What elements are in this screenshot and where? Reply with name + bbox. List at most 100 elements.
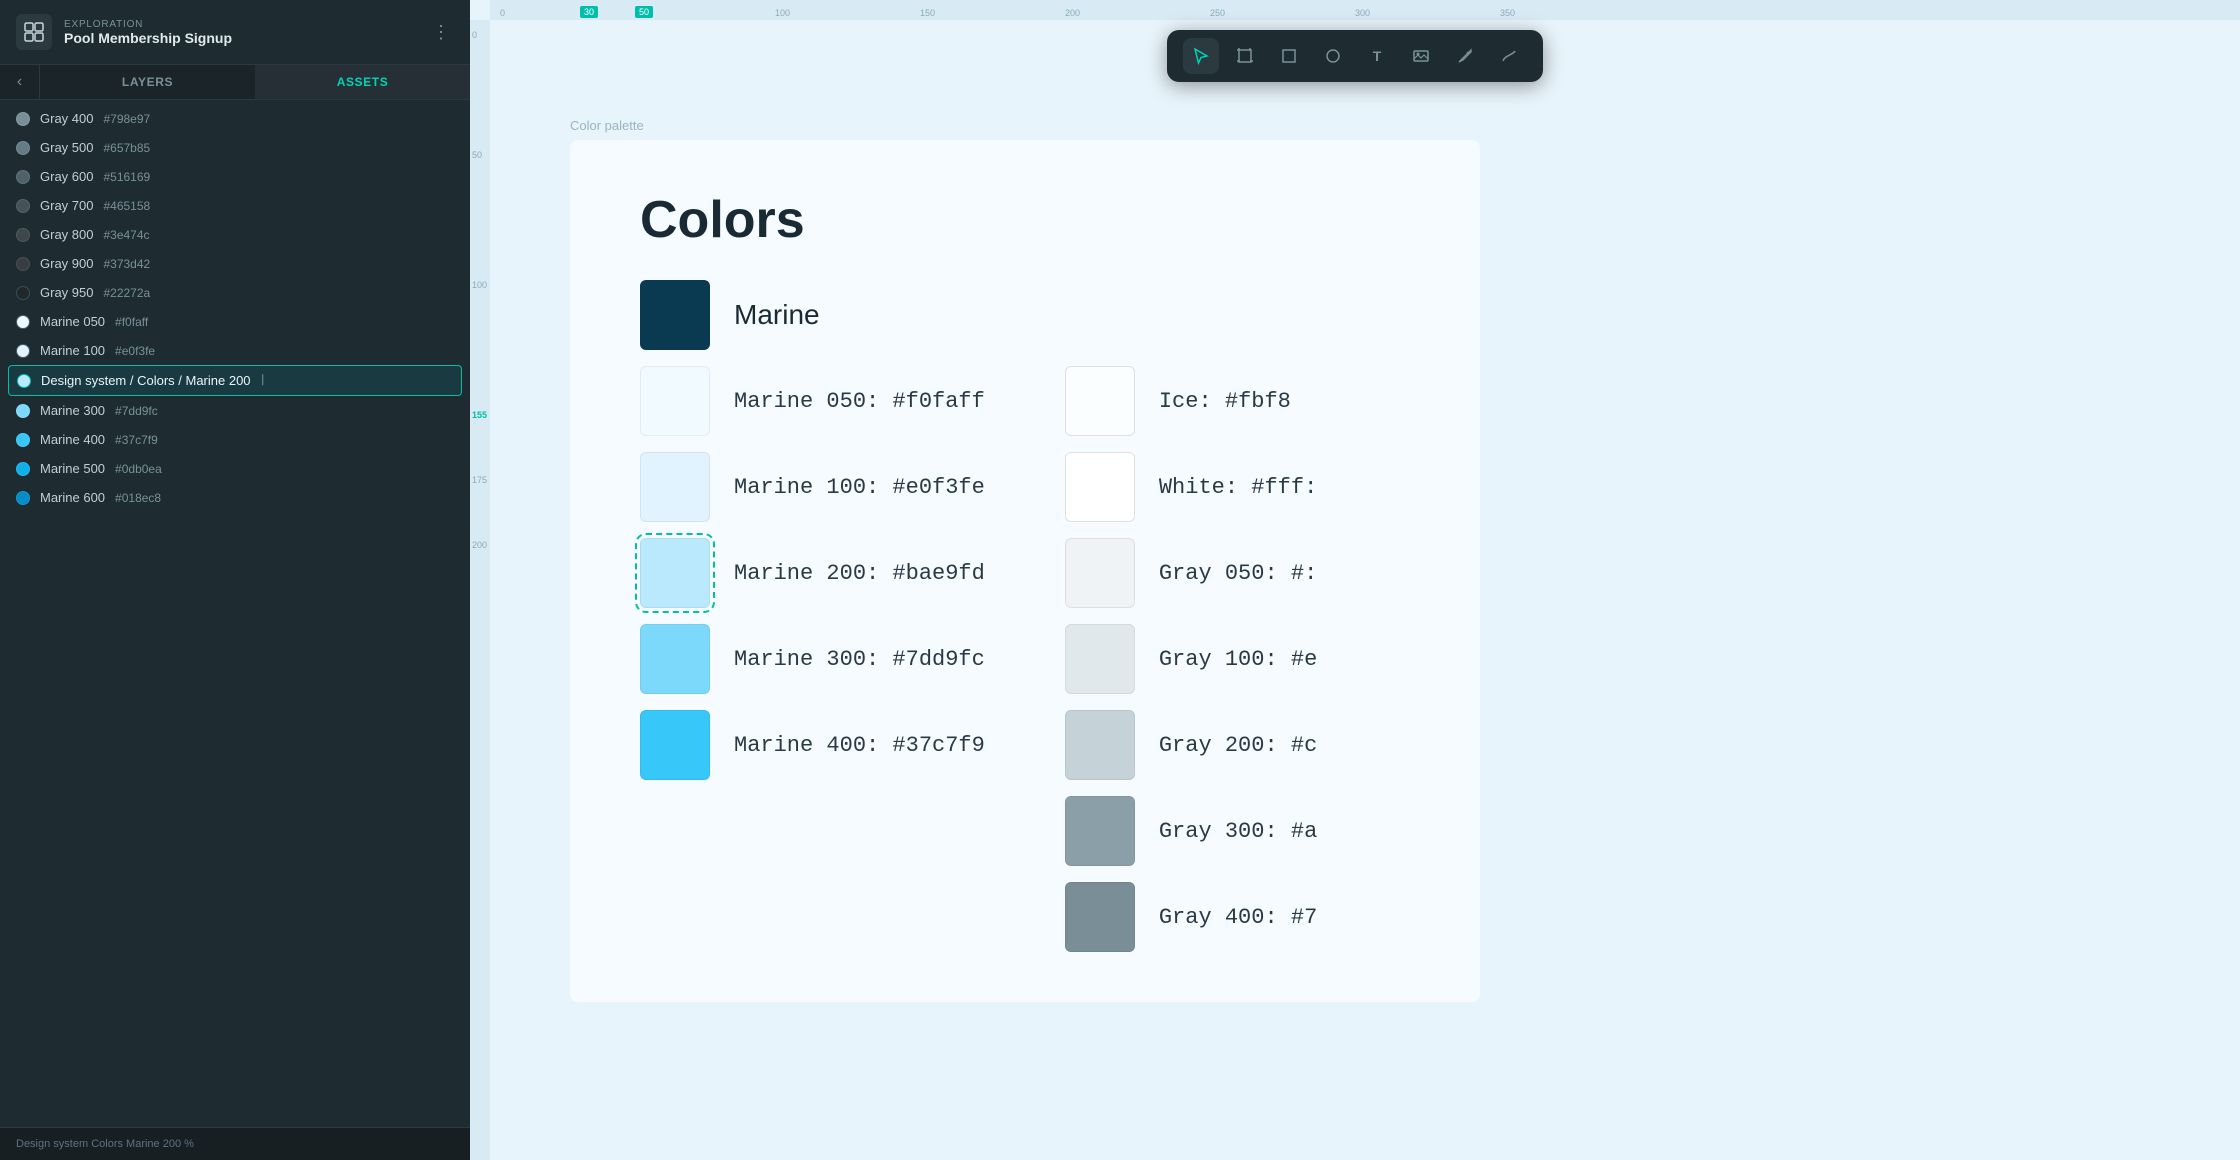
layers-list: Gray 400 #798e97 Gray 500 #657b85 Gray 6… (0, 100, 470, 1127)
ruler-mark-300: 300 (1355, 8, 1370, 18)
tab-assets[interactable]: ASSETS (255, 65, 470, 99)
toolbar: T (1167, 30, 1543, 82)
layer-item[interactable]: Gray 600 #516169 (0, 162, 470, 191)
marine200-swatch-selected (640, 538, 710, 608)
layer-name: Marine 500 (40, 461, 105, 476)
canvas-area: T 0 30 50 100 150 200 250 3 (470, 0, 2240, 1160)
left-panel: EXPLORATION Pool Membership Signup ⋮ ‹ L… (0, 0, 470, 1160)
layer-name: Gray 400 (40, 111, 93, 126)
tool-rect-button[interactable] (1271, 38, 1307, 74)
palette-row-white: White: #fff: (1065, 452, 1410, 522)
marine200-label: Marine 200: #bae9fd (734, 561, 985, 586)
app-header: EXPLORATION Pool Membership Signup ⋮ (0, 0, 470, 65)
palette-row-marine200: Marine 200: #bae9fd (640, 538, 985, 608)
layer-hex: #0db0ea (115, 462, 162, 476)
marine400-label: Marine 400: #37c7f9 (734, 733, 985, 758)
marine-label: Marine (734, 299, 820, 331)
palette-row-gray200: Gray 200: #c (1065, 710, 1410, 780)
gray100-label: Gray 100: #e (1159, 647, 1317, 672)
layer-item[interactable]: Gray 500 #657b85 (0, 133, 470, 162)
app-title-group: EXPLORATION Pool Membership Signup (64, 19, 416, 46)
tabs-bar: ‹ LAYERS ASSETS (0, 65, 470, 100)
app-title: Pool Membership Signup (64, 30, 416, 46)
layer-item[interactable]: Gray 400 #798e97 (0, 104, 470, 133)
app-subtitle: EXPLORATION (64, 19, 416, 30)
layer-hex: #798e97 (103, 112, 150, 126)
bottom-info-text: Design system Colors Marine 200 % (16, 1138, 194, 1150)
layer-item-selected[interactable]: Design system / Colors / Marine 200 ⎸ (8, 365, 462, 396)
layer-item[interactable]: Gray 800 #3e474c (0, 220, 470, 249)
layer-hex: #22272a (103, 286, 150, 300)
ruler-mark-150: 150 (920, 8, 935, 18)
marine050-label: Marine 050: #f0faff (734, 389, 985, 414)
layer-name: Gray 900 (40, 256, 93, 271)
layer-item[interactable]: Marine 600 #018ec8 (0, 483, 470, 512)
tool-pen-button[interactable] (1447, 38, 1483, 74)
layer-color-dot (16, 170, 30, 184)
layer-item[interactable]: Marine 400 #37c7f9 (0, 425, 470, 454)
gray100-swatch (1065, 624, 1135, 694)
tool-text-button[interactable]: T (1359, 38, 1395, 74)
tool-image-button[interactable] (1403, 38, 1439, 74)
layer-hex: #657b85 (103, 141, 150, 155)
layer-color-dot (16, 344, 30, 358)
layer-color-dot (16, 286, 30, 300)
marine050-swatch (640, 366, 710, 436)
text-tool-icon: T (1373, 48, 1382, 64)
tool-select-button[interactable] (1183, 38, 1219, 74)
layer-name: Marine 400 (40, 432, 105, 447)
layer-hex: #465158 (103, 199, 150, 213)
layer-color-dot (17, 374, 31, 388)
white-swatch (1065, 452, 1135, 522)
color-palette-frame: Color palette Colors Marine Marine 050: … (570, 140, 1480, 1002)
layer-item[interactable]: Gray 900 #373d42 (0, 249, 470, 278)
layer-color-dot (16, 112, 30, 126)
layer-item[interactable]: Marine 050 #f0faff (0, 307, 470, 336)
layer-color-dot (16, 462, 30, 476)
layer-item[interactable]: Marine 300 #7dd9fc (0, 396, 470, 425)
layer-item[interactable]: Marine 500 #0db0ea (0, 454, 470, 483)
gray200-label: Gray 200: #c (1159, 733, 1317, 758)
marine300-label: Marine 300: #7dd9fc (734, 647, 985, 672)
white-label: White: #fff: (1159, 475, 1317, 500)
marine400-swatch (640, 710, 710, 780)
marine100-label: Marine 100: #e0f3fe (734, 475, 985, 500)
ruler-mark-30: 30 (580, 6, 598, 18)
gray050-label: Gray 050: #: (1159, 561, 1317, 586)
frame-label: Color palette (570, 118, 644, 133)
ruler-mark-v0: 0 (472, 30, 477, 40)
palette-row-marine300: Marine 300: #7dd9fc (640, 624, 985, 694)
layer-name: Gray 600 (40, 169, 93, 184)
layer-color-dot (16, 199, 30, 213)
tool-ellipse-button[interactable] (1315, 38, 1351, 74)
tool-frame-button[interactable] (1227, 38, 1263, 74)
tab-back-button[interactable]: ‹ (0, 65, 40, 99)
ruler-mark-350: 350 (1500, 8, 1515, 18)
ruler-mark-200: 200 (1065, 8, 1080, 18)
ice-swatch (1065, 366, 1135, 436)
ice-label: Ice: #fbf8 (1159, 389, 1291, 414)
layer-hex: #37c7f9 (115, 433, 158, 447)
tool-path-button[interactable] (1491, 38, 1527, 74)
ruler-mark-v175: 175 (472, 475, 487, 485)
layer-color-dot (16, 433, 30, 447)
layer-item[interactable]: Marine 100 #e0f3fe (0, 336, 470, 365)
palette-row-marine100: Marine 100: #e0f3fe (640, 452, 985, 522)
layer-name: Marine 050 (40, 314, 105, 329)
layer-item[interactable]: Gray 950 #22272a (0, 278, 470, 307)
ruler-mark-250: 250 (1210, 8, 1225, 18)
layer-name: Design system / Colors / Marine 200 (41, 373, 251, 388)
layer-hex: #7dd9fc (115, 404, 158, 418)
layer-name: Marine 100 (40, 343, 105, 358)
layer-item[interactable]: Gray 700 #465158 (0, 191, 470, 220)
app-menu-button[interactable]: ⋮ (428, 18, 454, 47)
ruler-mark-v100: 100 (472, 280, 487, 290)
palette-row-marine400: Marine 400: #37c7f9 (640, 710, 985, 780)
layer-hex: #516169 (103, 170, 150, 184)
marine100-swatch (640, 452, 710, 522)
layer-name: Gray 950 (40, 285, 93, 300)
tab-layers[interactable]: LAYERS (40, 65, 255, 99)
layer-name: Marine 300 (40, 403, 105, 418)
ruler-top: 0 30 50 100 150 200 250 300 350 (490, 0, 2240, 20)
ruler-mark-v155: 155 (472, 410, 487, 420)
